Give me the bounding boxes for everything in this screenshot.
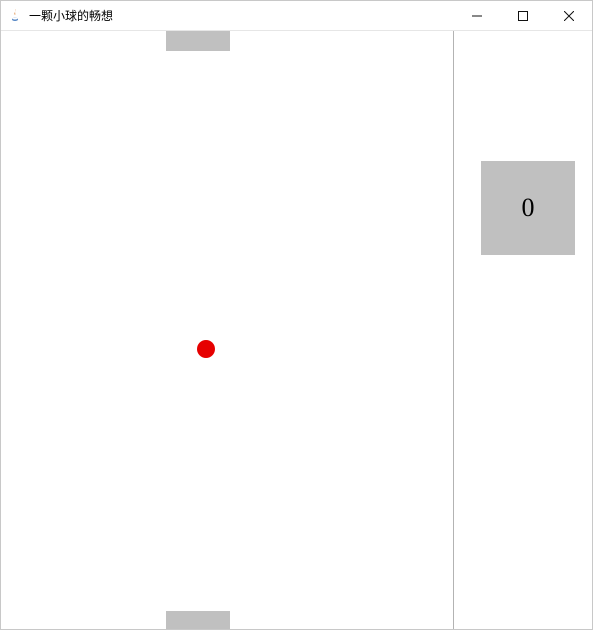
game-area[interactable]: 0 [1,31,592,629]
score-panel: 0 [481,161,575,255]
app-window: 一颗小球的畅想 0 [0,0,593,630]
java-icon [7,8,23,24]
ball [197,340,215,358]
paddle-top [166,31,230,51]
maximize-button[interactable] [500,1,546,31]
vertical-divider [453,31,454,629]
score-value: 0 [522,193,535,223]
window-title: 一颗小球的畅想 [29,7,113,24]
paddle-bottom [166,611,230,629]
close-button[interactable] [546,1,592,31]
title-bar[interactable]: 一颗小球的畅想 [1,1,592,31]
minimize-button[interactable] [454,1,500,31]
